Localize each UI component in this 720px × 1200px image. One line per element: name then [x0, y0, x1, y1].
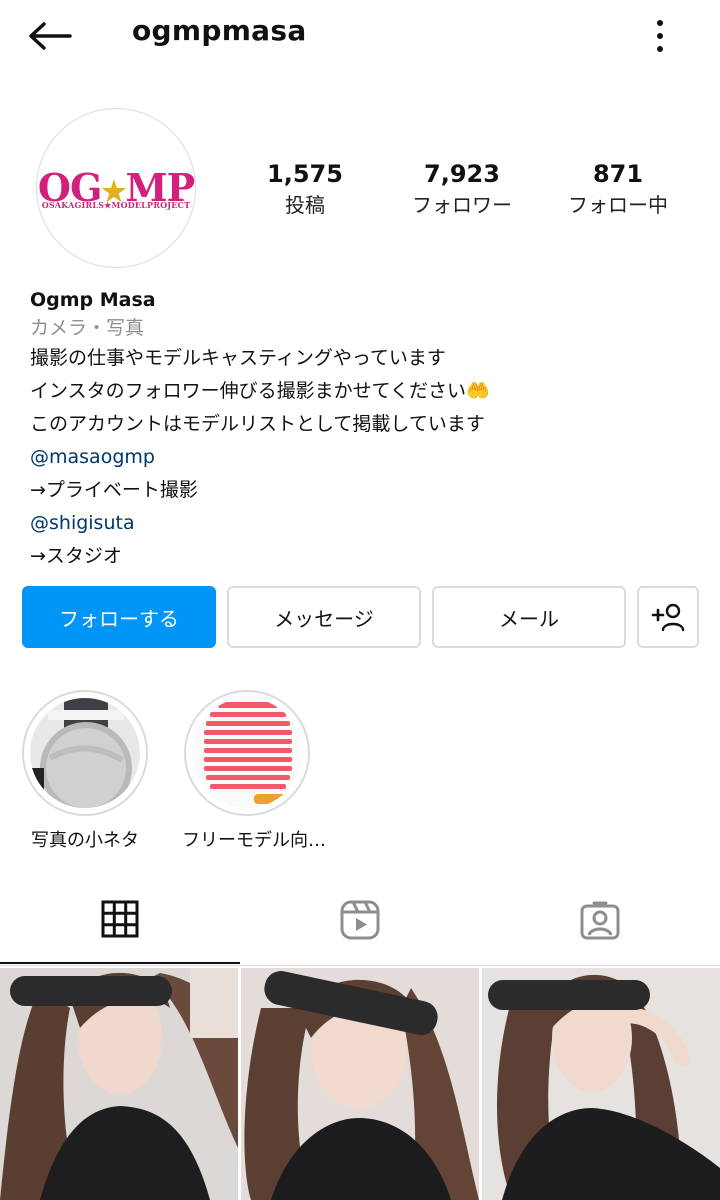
post-thumbnail[interactable]: [482, 968, 720, 1200]
following-count: 871: [592, 160, 644, 188]
profile-avatar[interactable]: OG★MP OSAKAGIRLS★MODELPROJECT: [36, 108, 196, 268]
arrow-left-icon: [29, 22, 72, 50]
followers-count: 7,923: [424, 160, 500, 188]
tab-posts-grid[interactable]: [0, 876, 240, 964]
stat-followers[interactable]: 7,923 フォロワー: [400, 158, 524, 220]
censor-bar: [10, 976, 172, 1006]
tab-reels[interactable]: [240, 876, 480, 964]
followers-label: フォロワー: [412, 193, 512, 217]
stat-following[interactable]: 871 フォロー中: [560, 158, 676, 220]
post-thumbnail[interactable]: [241, 968, 479, 1200]
grid-icon: [101, 900, 139, 938]
highlight-cover: [30, 698, 140, 808]
bio-line: インスタのフォロワー伸びる撮影まかせてください🤲: [30, 380, 490, 402]
highlight-label: フリーモデル向…: [182, 830, 326, 851]
mention-link-masaogmp[interactable]: @masaogmp: [30, 441, 690, 474]
profile-tabs: [0, 876, 720, 966]
tagged-person-icon: [580, 901, 620, 940]
more-options-button[interactable]: [642, 14, 678, 58]
reels-icon: [340, 900, 380, 940]
more-vertical-icon: [657, 20, 663, 26]
bio-line: →スタジオ: [30, 545, 122, 567]
follow-button[interactable]: フォローする: [22, 586, 216, 648]
censor-bar: [488, 980, 650, 1010]
avatar-tagline: OSAKAGIRLS★MODELPROJECT: [41, 200, 191, 210]
posts-count: 1,575: [267, 160, 343, 188]
display-name: Ogmp Masa: [30, 289, 156, 311]
suggested-users-button[interactable]: [637, 586, 699, 648]
highlight-cover: [192, 698, 302, 808]
profile-bio: Ogmp Masa カメラ・写真 撮影の仕事やモデルキャスティングやっています …: [30, 286, 690, 573]
email-button[interactable]: メール: [432, 586, 626, 648]
highlight-label: 写真の小ネタ: [31, 830, 139, 851]
back-button[interactable]: [26, 16, 76, 56]
story-highlight[interactable]: 写真の小ネタ: [20, 690, 150, 852]
bio-line: このアカウントはモデルリストとして掲載しています: [30, 413, 485, 435]
stat-posts[interactable]: 1,575 投稿: [260, 158, 350, 220]
tab-tagged[interactable]: [480, 876, 720, 964]
text-document-icon: [192, 698, 302, 808]
following-label: フォロー中: [568, 193, 668, 217]
category-label: カメラ・写真: [30, 317, 145, 339]
top-bar: ogmpmasa: [0, 0, 720, 70]
bio-line: 撮影の仕事やモデルキャスティングやっています: [30, 347, 446, 369]
story-highlight[interactable]: フリーモデル向…: [182, 690, 326, 852]
mention-link-shigisuta[interactable]: @shigisuta: [30, 507, 690, 540]
bio-line: →プライベート撮影: [30, 479, 198, 501]
post-thumbnail[interactable]: [0, 968, 238, 1200]
add-person-icon: [651, 603, 685, 632]
message-button[interactable]: メッセージ: [227, 586, 421, 648]
posts-label: 投稿: [285, 193, 325, 217]
profile-username: ogmpmasa: [132, 14, 307, 47]
reflector-photo-icon: [30, 698, 140, 808]
